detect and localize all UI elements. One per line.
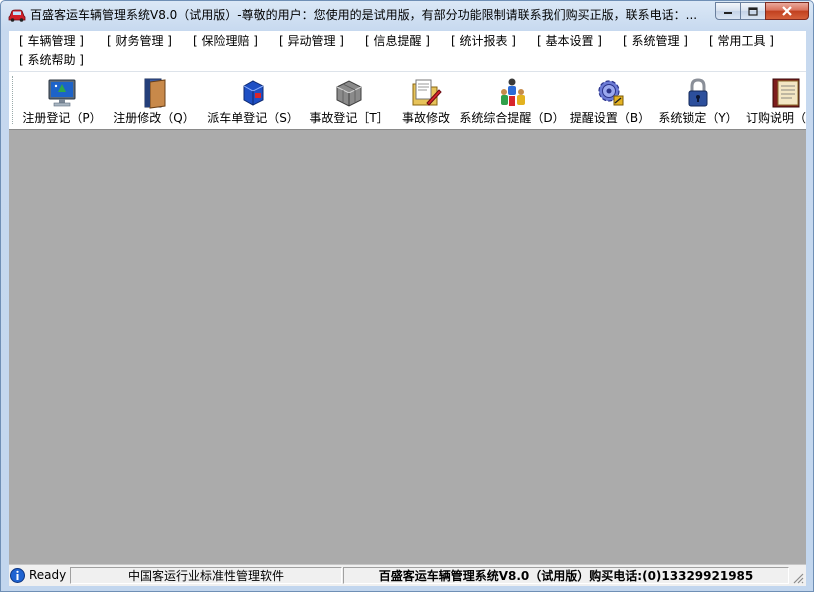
lock-icon bbox=[688, 78, 708, 107]
menu-vehicle[interactable]: [ 车辆管理 ] bbox=[9, 32, 97, 50]
accident-edit-button[interactable]: 事故修改 bbox=[395, 74, 457, 126]
info-icon bbox=[10, 568, 25, 583]
caption-buttons bbox=[715, 2, 809, 21]
toolbar-grip[interactable] bbox=[12, 76, 16, 124]
gear-icon bbox=[598, 80, 624, 106]
mdi-client-area[interactable] bbox=[9, 129, 806, 564]
menu-bar: [ 车辆管理 ] [ 财务管理 ] [ 保险理赔 ] [ 异动管理 ] [ 信息… bbox=[9, 31, 806, 71]
status-product-text: 百盛客运车辆管理系统V8.0（试用版）购买电话:(0)13329921985 bbox=[378, 569, 754, 583]
monitor-icon bbox=[48, 79, 76, 107]
reminder-settings-button[interactable]: 提醒设置（B） bbox=[567, 74, 653, 126]
car-app-icon bbox=[8, 9, 26, 22]
status-product-pane: 百盛客运车辆管理系统V8.0（试用版）购买电话:(0)13329921985 bbox=[343, 567, 789, 584]
book-icon bbox=[144, 78, 166, 109]
resize-grip-icon[interactable] bbox=[792, 572, 804, 584]
system-reminder-button[interactable]: 系统综合提醒（D） bbox=[459, 74, 565, 126]
minimize-button[interactable] bbox=[715, 2, 741, 20]
purchase-info-button[interactable]: 订购说明（ bbox=[743, 74, 806, 126]
menu-reminders[interactable]: [ 信息提醒 ] bbox=[355, 32, 441, 50]
cube-dispatch-icon bbox=[243, 80, 264, 106]
menu-finance[interactable]: [ 财务管理 ] bbox=[97, 32, 183, 50]
status-slogan-pane: 中国客运行业标准性管理软件 bbox=[70, 567, 342, 584]
menu-row-1: [ 车辆管理 ] [ 财务管理 ] [ 保险理赔 ] [ 异动管理 ] [ 信息… bbox=[9, 32, 785, 50]
title-bar[interactable]: 百盛客运车辆管理系统V8.0（试用版）-尊敬的用户：您使用的是试用版，有部分功能… bbox=[1, 1, 813, 29]
toolbar: 注册登记（P） 注册修改（Q） 派车单登记（S） 事故登记［T］ 事故修改 系统… bbox=[9, 71, 806, 129]
menu-row-2: [ 系统帮助 ] bbox=[9, 51, 97, 69]
folder-edit-icon bbox=[412, 79, 442, 106]
menu-system[interactable]: [ 系统管理 ] bbox=[613, 32, 699, 50]
close-button[interactable] bbox=[765, 2, 809, 20]
manual-book-icon bbox=[772, 78, 800, 108]
menu-reports[interactable]: [ 统计报表 ] bbox=[441, 32, 527, 50]
system-lock-label: 系统锁定（Y） bbox=[658, 111, 738, 125]
close-icon bbox=[782, 6, 792, 16]
reminder-settings-label: 提醒设置（B） bbox=[569, 111, 651, 125]
purchase-info-label: 订购说明（ bbox=[746, 111, 806, 125]
status-ready-text: Ready bbox=[29, 568, 67, 582]
window-title: 百盛客运车辆管理系统V8.0（试用版）-尊敬的用户：您使用的是试用版，有部分功能… bbox=[30, 8, 698, 22]
accident-register-button[interactable]: 事故登记［T］ bbox=[305, 74, 393, 126]
status-bar: Ready 中国客运行业标准性管理软件 百盛客运车辆管理系统V8.0（试用版）购… bbox=[9, 564, 806, 586]
system-lock-button[interactable]: 系统锁定（Y） bbox=[655, 74, 741, 126]
register-label: 注册登记（P） bbox=[22, 111, 102, 125]
register-edit-label: 注册修改（Q） bbox=[113, 111, 195, 125]
menu-change[interactable]: [ 异动管理 ] bbox=[269, 32, 355, 50]
menu-basic-settings[interactable]: [ 基本设置 ] bbox=[527, 32, 613, 50]
dispatch-label: 派车单登记（S） bbox=[207, 111, 299, 125]
minimize-icon bbox=[724, 12, 732, 14]
accident-edit-label: 事故修改 bbox=[401, 111, 450, 125]
dispatch-button[interactable]: 派车单登记（S） bbox=[203, 74, 303, 126]
menu-help[interactable]: [ 系统帮助 ] bbox=[9, 51, 97, 69]
status-slogan-text: 中国客运行业标准性管理软件 bbox=[127, 569, 284, 583]
status-ready-pane: Ready bbox=[9, 567, 69, 584]
system-reminder-label: 系统综合提醒（D） bbox=[459, 111, 565, 125]
menu-insurance[interactable]: [ 保险理赔 ] bbox=[183, 32, 269, 50]
accident-register-label: 事故登记［T］ bbox=[309, 111, 389, 125]
maximize-icon bbox=[748, 6, 758, 16]
main-window: 百盛客运车辆管理系统V8.0（试用版）-尊敬的用户：您使用的是试用版，有部分功能… bbox=[0, 0, 814, 592]
menu-tools[interactable]: [ 常用工具 ] bbox=[699, 32, 785, 50]
people-alert-icon bbox=[501, 78, 525, 106]
maximize-button[interactable] bbox=[740, 2, 766, 20]
register-button[interactable]: 注册登记（P） bbox=[17, 74, 107, 126]
gray-cube-icon bbox=[336, 80, 362, 107]
register-edit-button[interactable]: 注册修改（Q） bbox=[109, 74, 199, 126]
